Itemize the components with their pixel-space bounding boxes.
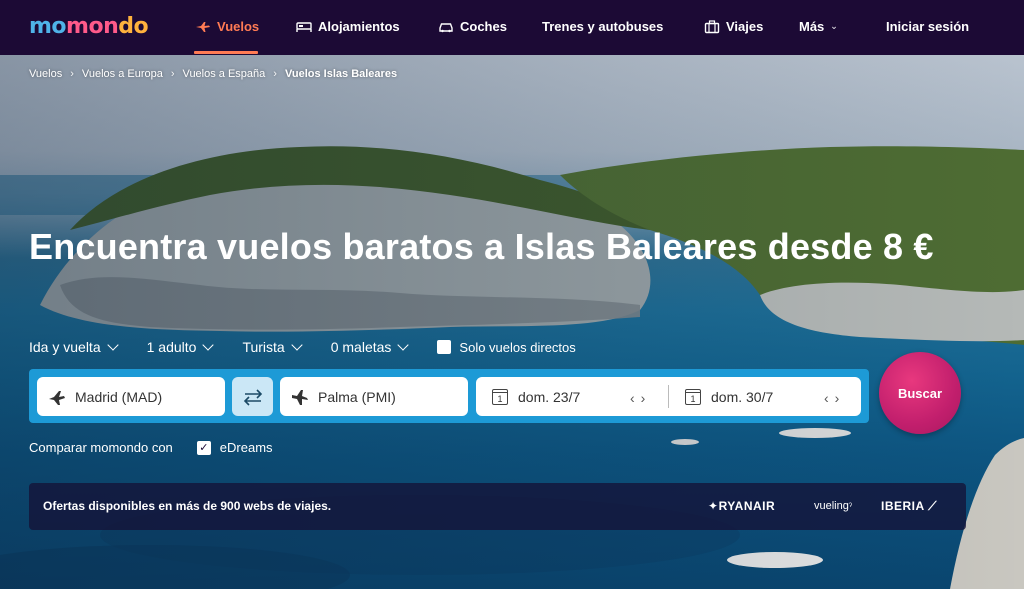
wing-icon: ˀ bbox=[848, 501, 852, 511]
origin-value: Madrid (MAD) bbox=[75, 388, 163, 405]
offers-banner: Ofertas disponibles en más de 900 webs d… bbox=[29, 483, 966, 530]
chevron-right-icon: › bbox=[170, 68, 175, 80]
logo-part: mon bbox=[66, 14, 119, 39]
nav-label: Vuelos bbox=[217, 19, 260, 34]
momondo-logo[interactable]: momondo bbox=[29, 14, 149, 39]
ryanair-label: RYANAIR bbox=[718, 499, 776, 513]
swap-button[interactable] bbox=[232, 377, 273, 416]
active-tab-indicator bbox=[194, 51, 258, 54]
edreams-label[interactable]: eDreams bbox=[220, 440, 273, 455]
nav-vuelos[interactable]: Vuelos bbox=[195, 19, 259, 34]
cabin-value: Turista bbox=[242, 339, 285, 355]
nav-coches[interactable]: Coches bbox=[438, 19, 507, 34]
breadcrumb-item[interactable]: Vuelos a España bbox=[183, 68, 266, 80]
calendar-day: 1 bbox=[497, 393, 503, 404]
chevron-down-icon bbox=[397, 339, 410, 351]
page-title: Encuentra vuelos baratos a Islas Baleare… bbox=[29, 226, 934, 267]
plane-icon bbox=[196, 21, 210, 32]
passengers-value: 1 adulto bbox=[146, 339, 197, 355]
car-icon bbox=[439, 22, 453, 32]
depart-date-field[interactable]: 1 dom. 23/7 bbox=[492, 377, 580, 416]
return-date-stepper[interactable]: ‹› bbox=[824, 390, 845, 406]
chevron-right-icon: › bbox=[273, 68, 277, 80]
login-link[interactable]: Iniciar sesión bbox=[886, 19, 969, 34]
chevron-right-icon: › bbox=[70, 68, 74, 80]
chevron-down-icon: ⌄ bbox=[830, 21, 838, 31]
nav-label: Trenes y autobuses bbox=[542, 19, 664, 34]
depart-date-value: dom. 23/7 bbox=[518, 388, 581, 405]
direct-flights-toggle[interactable]: Solo vuelos directos bbox=[437, 339, 576, 355]
direct-flights-label: Solo vuelos directos bbox=[459, 339, 576, 355]
trip-type-select[interactable]: Ida y vuelta bbox=[29, 339, 119, 355]
swap-icon bbox=[243, 388, 262, 406]
calendar-icon: 1 bbox=[685, 388, 701, 405]
vueling-logo: vuelingˀ bbox=[814, 500, 852, 512]
plane-takeoff-icon bbox=[49, 390, 65, 405]
offers-text: Ofertas disponibles en más de 900 webs d… bbox=[43, 499, 332, 513]
flight-search-bar: Madrid (MAD) Palma (PMI) 1 dom. 23/7 ‹› … bbox=[29, 369, 869, 423]
breadcrumb-item[interactable]: Vuelos a Europa bbox=[82, 68, 163, 80]
compare-label: Comparar momondo con bbox=[29, 440, 173, 455]
iberia-label: IBERIA bbox=[881, 499, 925, 513]
nav-alojamientos[interactable]: Alojamientos bbox=[296, 19, 400, 34]
breadcrumb: Vuelos › Vuelos a Europa › Vuelos a Espa… bbox=[29, 68, 397, 80]
search-options: Ida y vuelta 1 adulto Turista 0 maletas … bbox=[29, 339, 576, 355]
vueling-label: vueling bbox=[814, 500, 849, 512]
compare-row: Comparar momondo con ✓ eDreams bbox=[29, 440, 273, 455]
nav-mas[interactable]: Más ⌄ bbox=[799, 19, 838, 34]
nav-label: Coches bbox=[460, 19, 507, 34]
chevron-down-icon bbox=[291, 339, 303, 351]
nav-trenes-autobuses[interactable]: Trenes y autobuses bbox=[542, 19, 663, 34]
iberia-logo: IBERIA ⟋ bbox=[881, 499, 937, 514]
calendar-icon: 1 bbox=[492, 388, 508, 405]
bags-select[interactable]: 0 maletas bbox=[330, 339, 410, 355]
origin-field[interactable]: Madrid (MAD) bbox=[37, 377, 225, 416]
logo-part: do bbox=[118, 14, 149, 39]
date-divider bbox=[668, 385, 669, 408]
breadcrumb-item[interactable]: Vuelos bbox=[29, 68, 62, 80]
login-label: Iniciar sesión bbox=[886, 19, 970, 34]
return-date-field[interactable]: 1 dom. 30/7 bbox=[685, 377, 773, 416]
nav-label: Viajes bbox=[726, 19, 764, 34]
chevron-down-icon bbox=[106, 339, 119, 351]
passengers-select[interactable]: 1 adulto bbox=[146, 339, 215, 355]
breadcrumb-current: Vuelos Islas Baleares bbox=[284, 68, 398, 80]
return-date-value: dom. 30/7 bbox=[711, 388, 774, 405]
depart-date-stepper[interactable]: ‹› bbox=[630, 390, 651, 406]
harp-icon: ✦ bbox=[708, 499, 719, 513]
dates-field: 1 dom. 23/7 ‹› 1 dom. 30/7 ‹› bbox=[476, 377, 861, 416]
destination-field[interactable]: Palma (PMI) bbox=[280, 377, 468, 416]
suitcase-icon bbox=[704, 19, 720, 33]
nav-label: Alojamientos bbox=[318, 19, 400, 34]
calendar-day: 1 bbox=[690, 393, 696, 404]
direct-flights-checkbox[interactable] bbox=[437, 340, 452, 354]
plane-landing-icon bbox=[292, 389, 308, 405]
destination-value: Palma (PMI) bbox=[318, 388, 396, 405]
iberia-flag-icon: ⟋ bbox=[928, 499, 937, 513]
nav-label: Más bbox=[799, 19, 825, 34]
search-button[interactable]: Buscar bbox=[879, 352, 961, 434]
chevron-down-icon bbox=[202, 339, 215, 351]
search-button-label: Buscar bbox=[897, 385, 943, 401]
edreams-checkbox[interactable]: ✓ bbox=[196, 440, 211, 455]
nav-viajes[interactable]: Viajes bbox=[704, 19, 763, 34]
ryanair-logo: ✦RYANAIR bbox=[708, 499, 775, 513]
cabin-select[interactable]: Turista bbox=[242, 339, 303, 355]
trip-type-value: Ida y vuelta bbox=[29, 339, 101, 355]
logo-part: mo bbox=[29, 14, 67, 39]
top-nav: momondo Vuelos Alojamientos Coches Trene… bbox=[0, 0, 1024, 55]
bed-icon bbox=[296, 21, 312, 32]
bags-value: 0 maletas bbox=[330, 339, 392, 355]
